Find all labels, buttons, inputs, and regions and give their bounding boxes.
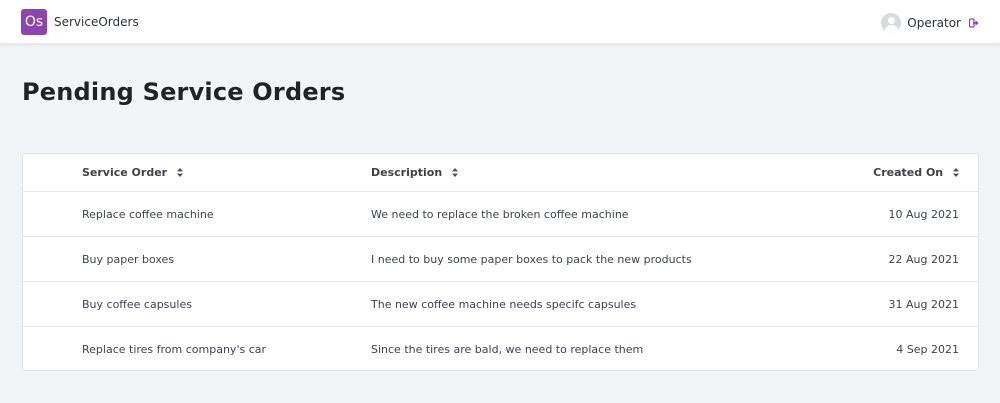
table-row[interactable]: Replace tires from company's car Since t… <box>23 327 978 371</box>
page-title: Pending Service Orders <box>22 78 346 106</box>
service-order-cell: Buy paper boxes <box>23 236 371 282</box>
service-order-cell: Replace tires from company's car <box>82 342 267 356</box>
service-order-cell: Replace coffee machine <box>23 191 371 237</box>
sort-icon[interactable] <box>953 168 959 177</box>
table-header-row: Service Order Description Created On <box>23 154 978 192</box>
created-on-cell: 22 Aug 2021 <box>791 236 978 282</box>
logout-icon[interactable] <box>969 18 979 28</box>
table-row[interactable]: Replace coffee machine We need to replac… <box>23 191 978 237</box>
service-order-cell: Buy coffee capsules <box>23 281 371 327</box>
service-orders-table-card: Service Order Description Created On Rep… <box>22 153 979 371</box>
sort-icon[interactable] <box>176 168 183 177</box>
sort-icon[interactable] <box>452 168 458 177</box>
column-header-created-on[interactable]: Created On <box>791 154 978 192</box>
app-brand-name[interactable]: ServiceOrders <box>54 15 139 29</box>
created-on-cell: 4 Sep 2021 <box>896 342 959 356</box>
created-on-cell: 31 Aug 2021 <box>791 281 978 327</box>
table-row[interactable]: Buy coffee capsules The new coffee machi… <box>23 281 978 327</box>
user-avatar-icon[interactable] <box>881 13 902 33</box>
description-cell: Since the tires are bald, we need to rep… <box>371 342 644 356</box>
column-header-label: Created On <box>873 166 944 179</box>
user-name[interactable]: Operator <box>907 16 961 30</box>
table-row[interactable]: Buy paper boxes I need to buy some paper… <box>23 236 978 282</box>
column-header-service-order[interactable]: Service Order <box>23 154 371 192</box>
created-on-cell: 10 Aug 2021 <box>791 191 978 237</box>
column-header-label: Description <box>371 166 443 179</box>
description-cell: The new coffee machine needs specifc cap… <box>371 281 791 327</box>
app-logo[interactable]: Os <box>21 9 47 35</box>
description-cell: I need to buy some paper boxes to pack t… <box>371 236 791 282</box>
top-navbar: Os ServiceOrders Operator <box>0 0 1000 44</box>
description-cell: We need to replace the broken coffee mac… <box>371 191 791 237</box>
user-menu[interactable]: Operator <box>881 12 979 34</box>
column-header-label: Service Order <box>82 166 168 179</box>
column-header-description[interactable]: Description <box>371 154 791 192</box>
service-orders-table: Service Order Description Created On Rep… <box>23 154 978 371</box>
